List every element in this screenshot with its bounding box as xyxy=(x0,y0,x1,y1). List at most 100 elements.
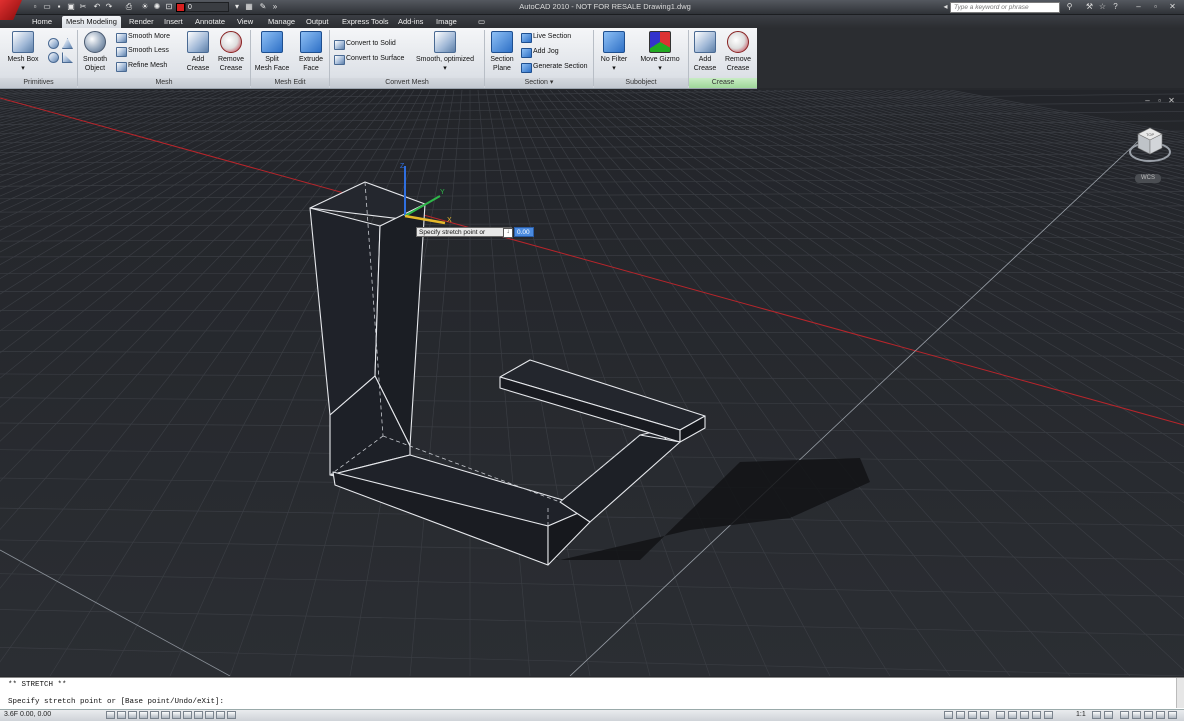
tab-express-tools[interactable]: Express Tools xyxy=(338,16,393,28)
lock-icon[interactable]: ⊡ xyxy=(164,2,174,12)
quick-properties-icon[interactable] xyxy=(227,711,236,719)
save-as-icon[interactable]: ▣ xyxy=(66,2,76,12)
tab-output[interactable]: Output xyxy=(302,16,333,28)
tools-icon[interactable]: ⚒ xyxy=(1084,2,1095,12)
crease-panel-label[interactable]: Crease xyxy=(689,78,757,88)
dynamic-input-field[interactable]: 0.00 xyxy=(514,227,534,237)
new-file-icon[interactable]: ▫ xyxy=(30,2,40,12)
convert-to-surface-button[interactable]: Convert to Surface xyxy=(334,53,404,65)
mesh-panel-label[interactable]: Mesh xyxy=(78,78,250,88)
tab-manage[interactable]: Manage xyxy=(264,16,299,28)
ortho-mode-icon[interactable] xyxy=(139,711,148,719)
quick-view-drawings-icon[interactable] xyxy=(980,711,989,719)
convert-to-solid-button[interactable]: Convert to Solid xyxy=(334,38,396,50)
mesh-sphere-icon[interactable] xyxy=(48,52,58,62)
viewport-restore-icon[interactable]: ▫ xyxy=(1155,97,1164,105)
command-prompt[interactable]: Specify stretch point or [Base point/Und… xyxy=(8,698,224,706)
command-line-window[interactable]: ** STRETCH ** Specify stretch point or [… xyxy=(0,677,1184,710)
tab-home[interactable]: Home xyxy=(28,16,56,28)
dynamic-ucs-icon[interactable] xyxy=(194,711,203,719)
save-icon[interactable]: ▪ xyxy=(54,2,64,12)
layout-icon[interactable] xyxy=(956,711,965,719)
polar-tracking-icon[interactable] xyxy=(150,711,159,719)
zoom-icon[interactable] xyxy=(1008,711,1017,719)
live-section-button[interactable]: Live Section xyxy=(521,31,571,43)
snap-mode-icon[interactable] xyxy=(117,711,126,719)
coordinates-readout[interactable]: 3.6F 0.00, 0.00 xyxy=(4,711,51,718)
mesh-cylinder-icon[interactable] xyxy=(48,38,58,48)
dropdown-arrow-icon[interactable]: ▾ xyxy=(6,64,40,73)
pan-icon[interactable] xyxy=(996,711,1005,719)
object-snap-icon[interactable] xyxy=(161,711,170,719)
primitives-panel-label[interactable]: Primitives xyxy=(0,78,77,88)
mesh-cone-icon[interactable] xyxy=(62,38,72,48)
sun-icon[interactable]: ✺ xyxy=(152,2,162,12)
search-input[interactable]: Type a keyword or phrase xyxy=(950,2,1060,13)
plot-icon[interactable]: ⎙ xyxy=(124,2,134,12)
tab-add-ins[interactable]: Add-ins xyxy=(394,16,427,28)
drawing-viewport[interactable]: Z Y X TOP xyxy=(0,90,1184,676)
tab-insert[interactable]: Insert xyxy=(160,16,187,28)
subobject-panel-label[interactable]: Subobject xyxy=(594,78,688,88)
tab-annotate[interactable]: Annotate xyxy=(191,16,229,28)
redo-icon[interactable]: ↷ xyxy=(104,2,114,12)
layer-dropdown-arrow-icon[interactable]: ▾ xyxy=(232,2,242,12)
3d-object-snap-icon[interactable] xyxy=(172,711,181,719)
mesh-wedge-icon[interactable] xyxy=(62,52,72,62)
section-plane-button[interactable]: Section Plane xyxy=(486,30,518,76)
search-icon[interactable]: ⚲ xyxy=(1064,2,1075,12)
split-mesh-face-button[interactable]: Split Mesh Face xyxy=(253,30,291,76)
section-panel-label[interactable]: Section ▾ xyxy=(485,78,593,88)
annotation-visibility-icon[interactable] xyxy=(1092,711,1101,719)
smooth-optimized-dropdown[interactable]: Smooth, optimized ▾ xyxy=(412,30,478,76)
clean-screen-icon[interactable] xyxy=(1168,711,1177,719)
star-icon[interactable]: ☆ xyxy=(1097,2,1108,12)
wcs-menu-button[interactable]: WCS xyxy=(1135,174,1161,183)
steeringwheel-icon[interactable] xyxy=(1020,711,1029,719)
isolate-objects-icon[interactable] xyxy=(1156,711,1165,719)
options-arrow-icon[interactable]: ↓ xyxy=(503,228,513,238)
maximize-window-icon[interactable]: ▫ xyxy=(1150,2,1161,12)
add-crease-button-2[interactable]: Add Crease xyxy=(690,30,720,76)
minimize-window-icon[interactable]: – xyxy=(1133,2,1144,12)
cut-icon[interactable]: ✂ xyxy=(78,2,88,12)
orbit-icon[interactable] xyxy=(1044,711,1053,719)
light-bulb-icon[interactable]: ☀ xyxy=(140,2,150,12)
grid-display-icon[interactable] xyxy=(128,711,137,719)
mesh-edit-panel-label[interactable]: Mesh Edit xyxy=(251,78,329,88)
3d-scene[interactable]: Z Y X TOP xyxy=(0,90,1184,676)
lineweight-icon[interactable] xyxy=(216,711,225,719)
dropdown-arrow-icon[interactable]: ▾ xyxy=(412,64,478,73)
no-filter-dropdown[interactable]: No Filter ▾ xyxy=(596,30,632,76)
toolbar-lock-icon[interactable] xyxy=(1132,711,1141,719)
help-icon[interactable]: ? xyxy=(1110,2,1121,12)
smooth-more-button[interactable]: Smooth More xyxy=(116,31,170,43)
command-line-scrollbar[interactable] xyxy=(1176,678,1184,708)
workspace-switching-icon[interactable] xyxy=(1120,711,1129,719)
open-file-icon[interactable]: ▭ xyxy=(42,2,52,12)
annotation-scale[interactable]: 1:1 xyxy=(1076,711,1086,718)
remove-crease-button[interactable]: Remove Crease xyxy=(214,30,248,76)
hardware-acceleration-icon[interactable] xyxy=(1144,711,1153,719)
add-jog-button[interactable]: Add Jog xyxy=(521,46,559,58)
layer-dropdown[interactable]: 0 xyxy=(185,2,229,12)
smooth-object-button[interactable]: Smooth Object xyxy=(80,30,110,76)
model-space-icon[interactable] xyxy=(944,711,953,719)
brush-icon[interactable]: ✎ xyxy=(258,2,268,12)
refine-mesh-button[interactable]: Refine Mesh xyxy=(116,60,167,72)
generate-section-button[interactable]: Generate Section xyxy=(521,61,587,73)
smooth-less-button[interactable]: Smooth Less xyxy=(116,45,169,57)
ribbon-toggle-icon[interactable]: ▭ xyxy=(474,16,489,28)
auto-scale-icon[interactable] xyxy=(1104,711,1113,719)
dropdown-arrow-icon[interactable]: ▾ xyxy=(596,64,632,73)
object-snap-tracking-icon[interactable] xyxy=(183,711,192,719)
viewport-close-icon[interactable]: ✕ xyxy=(1167,97,1176,105)
mesh-box-button[interactable]: Mesh Box ▾ xyxy=(6,30,40,76)
showmotion-icon[interactable] xyxy=(1032,711,1041,719)
quick-view-layouts-icon[interactable] xyxy=(968,711,977,719)
dropdown-arrow-icon[interactable]: ▾ xyxy=(638,64,682,73)
panel-expand-icon[interactable]: ▾ xyxy=(550,79,554,86)
viewport-minimize-icon[interactable]: – xyxy=(1143,97,1152,105)
remove-crease-button-2[interactable]: Remove Crease xyxy=(721,30,755,76)
add-crease-button[interactable]: Add Crease xyxy=(182,30,214,76)
